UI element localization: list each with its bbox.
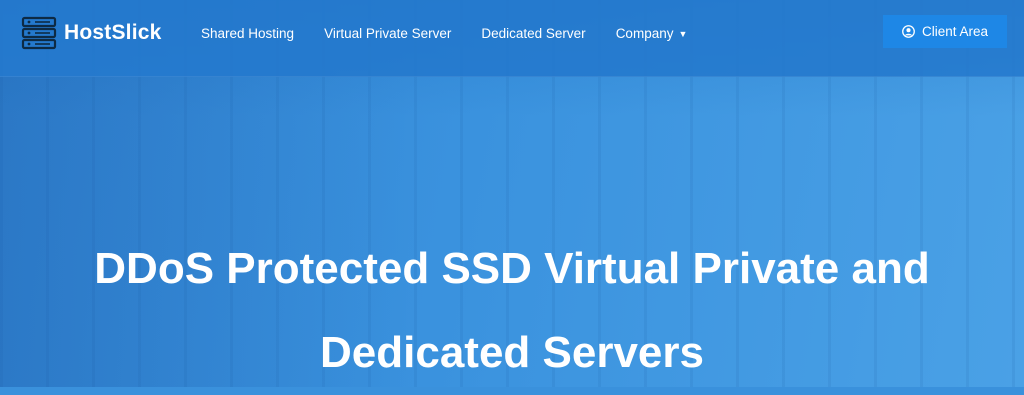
- client-area-button[interactable]: Client Area: [883, 15, 1007, 48]
- nav-label: Dedicated Server: [481, 26, 586, 41]
- hero-headline-line-1: DDoS Protected SSD Virtual Private and: [94, 244, 930, 294]
- nav-virtual-private-server[interactable]: Virtual Private Server: [309, 22, 466, 45]
- nav-label: Company: [615, 26, 674, 41]
- nav-label: Shared Hosting: [201, 26, 295, 41]
- nav-company-dropdown[interactable]: Company ▼: [601, 22, 703, 45]
- user-circle-icon: [902, 25, 915, 38]
- main-nav: Shared Hosting Virtual Private Server De…: [186, 22, 702, 45]
- brand-name: HostSlick: [64, 21, 162, 44]
- client-area-label: Client Area: [921, 24, 989, 39]
- caret-down-icon: ▼: [678, 29, 688, 40]
- nav-shared-hosting[interactable]: Shared Hosting: [186, 22, 309, 45]
- brand-logo[interactable]: HostSlick: [20, 14, 162, 52]
- hero-headline-line-2: Dedicated Servers: [320, 328, 704, 378]
- server-stack-icon: [21, 16, 57, 50]
- nav-dedicated-server[interactable]: Dedicated Server: [466, 22, 600, 45]
- top-navbar: HostSlick Shared Hosting Virtual Private…: [0, 0, 1024, 77]
- nav-label: Virtual Private Server: [324, 26, 452, 41]
- hero-headline: DDoS Protected SSD Virtual Private and D…: [0, 227, 1024, 395]
